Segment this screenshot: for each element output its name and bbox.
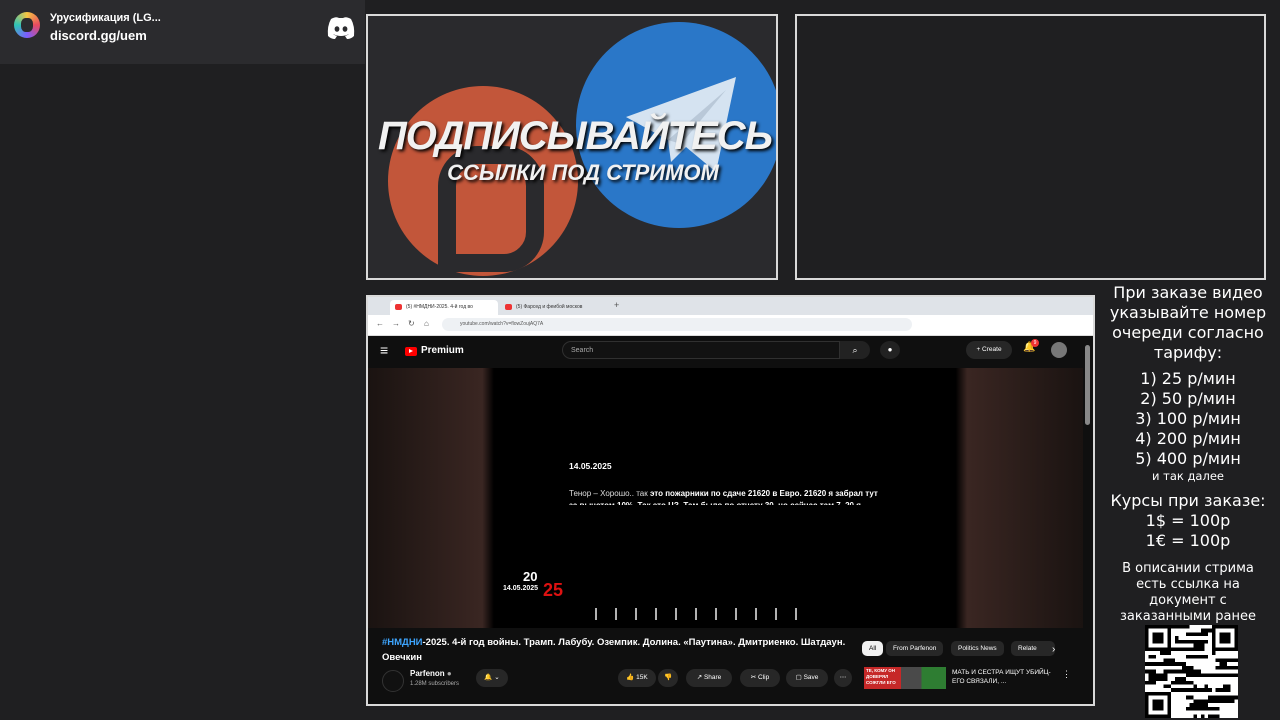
chip-from-channel[interactable]: From Parfenon: [886, 641, 944, 656]
promo-panel: ПОДПИСЫВАЙТЕСЬ ССЫЛКИ ПОД СТРИМОМ: [366, 14, 778, 280]
reload-icon[interactable]: ↻: [408, 319, 415, 328]
related-thumbnail-text: ТЕ, КОМУ ОН ДОВЕРЯЛ СОЖГЛИ ЕГО: [866, 668, 896, 685]
order-info-panel: При заказе видео указывайте номер очеред…: [1100, 283, 1276, 641]
glitch-text: [595, 608, 815, 620]
tab-second[interactable]: (5) Фарсед и феибой москов: [500, 300, 608, 315]
youtube-favicon-icon: [395, 304, 402, 310]
like-button[interactable]: 👍 15K: [618, 669, 656, 687]
hashtag-link[interactable]: #НМДНИ: [382, 637, 423, 648]
discord-widget: Урусификация (LG... discord.gg/uem: [0, 0, 365, 64]
rate-usd: 1$ = 100р: [1145, 511, 1231, 530]
discord-logo-icon: [327, 17, 355, 39]
video-caption-line2: за вычетом 10%. Так это ЦЗ. Там было по …: [569, 499, 899, 505]
caption-text: это пожарники по сдаче 21620 в Евро. 216…: [649, 489, 878, 498]
address-bar: ← → ↻ ⌂ youtube.com/watch?v=flowZoujAQ7A: [368, 315, 1093, 336]
youtube-favicon-icon: [505, 304, 512, 310]
save-button[interactable]: ▢ Save: [786, 669, 828, 687]
youtube-logo-icon[interactable]: [405, 347, 417, 356]
search-icon[interactable]: ⌕: [840, 341, 870, 359]
tab-bar: (5) #НМДНИ-2025. 4-й год во (5) Фарсед и…: [368, 297, 1093, 315]
caption-speaker: Тенор – Хорошо.. так: [569, 489, 650, 498]
clip-button[interactable]: ✂ Clip: [740, 669, 780, 687]
year-top: 20: [523, 569, 538, 584]
menu-icon[interactable]: ≡: [380, 342, 388, 358]
server-avatar-icon: [14, 12, 40, 38]
chevron-right-icon[interactable]: ›: [1052, 644, 1055, 655]
server-name: Урусификация (LG...: [50, 12, 161, 24]
rate-eur: 1€ = 100р: [1145, 531, 1231, 550]
more-vert-icon[interactable]: ⋮: [1062, 669, 1071, 680]
year-bottom: 25: [543, 580, 564, 600]
avatar[interactable]: [1051, 342, 1067, 358]
notification-badge: 9: [1031, 339, 1039, 347]
subscriber-count: 1.28M subscribers: [410, 681, 460, 687]
back-icon[interactable]: ←: [376, 319, 384, 328]
chip-politics[interactable]: Politics News: [951, 641, 1004, 656]
video-title: #НМДНИ-2025. 4-й год войны. Трамп. Лабуб…: [382, 637, 846, 663]
mic-icon[interactable]: ●: [880, 341, 900, 359]
forward-icon[interactable]: →: [392, 319, 400, 328]
home-icon[interactable]: ⌂: [424, 319, 429, 328]
verified-icon: ●: [446, 669, 452, 678]
tab-label: (5) #НМДНИ-2025. 4-й год во: [406, 304, 473, 310]
search-input[interactable]: Search: [562, 341, 840, 359]
video-date: 14.05.2025: [569, 461, 612, 471]
qr-code-icon: [1145, 625, 1238, 718]
camera-panel: [795, 14, 1266, 280]
browser-window: (5) #НМДНИ-2025. 4-й год во (5) Фарсед и…: [366, 295, 1095, 706]
video-frame: 14.05.2025 Тенор – Хорошо.. так это пожа…: [495, 368, 956, 628]
promo-title: ПОДПИСЫВАЙТЕСЬ: [377, 114, 773, 158]
youtube-brand[interactable]: Premium: [421, 345, 464, 356]
tariff-2: 2) 50 р/мин: [1140, 389, 1236, 408]
invite-link[interactable]: discord.gg/uem: [50, 28, 147, 43]
share-button[interactable]: ↗ Share: [686, 669, 732, 687]
tariff-1: 1) 25 р/мин: [1140, 369, 1236, 388]
more-actions-button[interactable]: ⋯: [834, 669, 852, 687]
url-field[interactable]: youtube.com/watch?v=flowZoujAQ7A: [442, 318, 912, 331]
dislike-button[interactable]: 👎: [658, 669, 678, 687]
tariff-3: 3) 100 р/мин: [1135, 409, 1241, 428]
rates-heading: Курсы при заказе:: [1110, 491, 1266, 510]
related-title[interactable]: МАТЬ И СЕСТРА ИЩУТ УБИЙЦ- ЕГО СВЯЗАЛИ, .…: [952, 668, 1062, 686]
promo-subtitle: ССЫЛКИ ПОД СТРИМОМ: [447, 160, 719, 185]
channel-avatar[interactable]: [382, 670, 404, 692]
scrollbar[interactable]: [1085, 345, 1090, 425]
youtube-header: ≡ Premium Search ⌕ ● + Create 🔔 9: [368, 336, 1093, 366]
chip-related[interactable]: Relate: [1011, 641, 1055, 656]
subscribe-bell-button[interactable]: 🔔 ⌄: [476, 669, 508, 687]
tab-label: (5) Фарсед и феибой москов: [516, 304, 583, 310]
tariff-4: 4) 200 р/мин: [1135, 429, 1241, 448]
new-tab-button[interactable]: +: [614, 300, 619, 310]
tariff-5: 5) 400 р/мин: [1135, 449, 1241, 468]
video-small-date: 14.05.2025: [503, 585, 539, 592]
channel-name[interactable]: Parfenon ●: [410, 669, 452, 678]
tariff-etc: и так далее: [1152, 469, 1224, 483]
order-heading: При заказе видео указывайте номер очеред…: [1109, 283, 1267, 362]
video-player[interactable]: 14.05.2025 Тенор – Хорошо.. так это пожа…: [368, 368, 1083, 628]
create-button[interactable]: + Create: [966, 341, 1012, 359]
chip-all[interactable]: All: [862, 641, 884, 656]
tab-active[interactable]: (5) #НМДНИ-2025. 4-й год во: [390, 300, 498, 315]
